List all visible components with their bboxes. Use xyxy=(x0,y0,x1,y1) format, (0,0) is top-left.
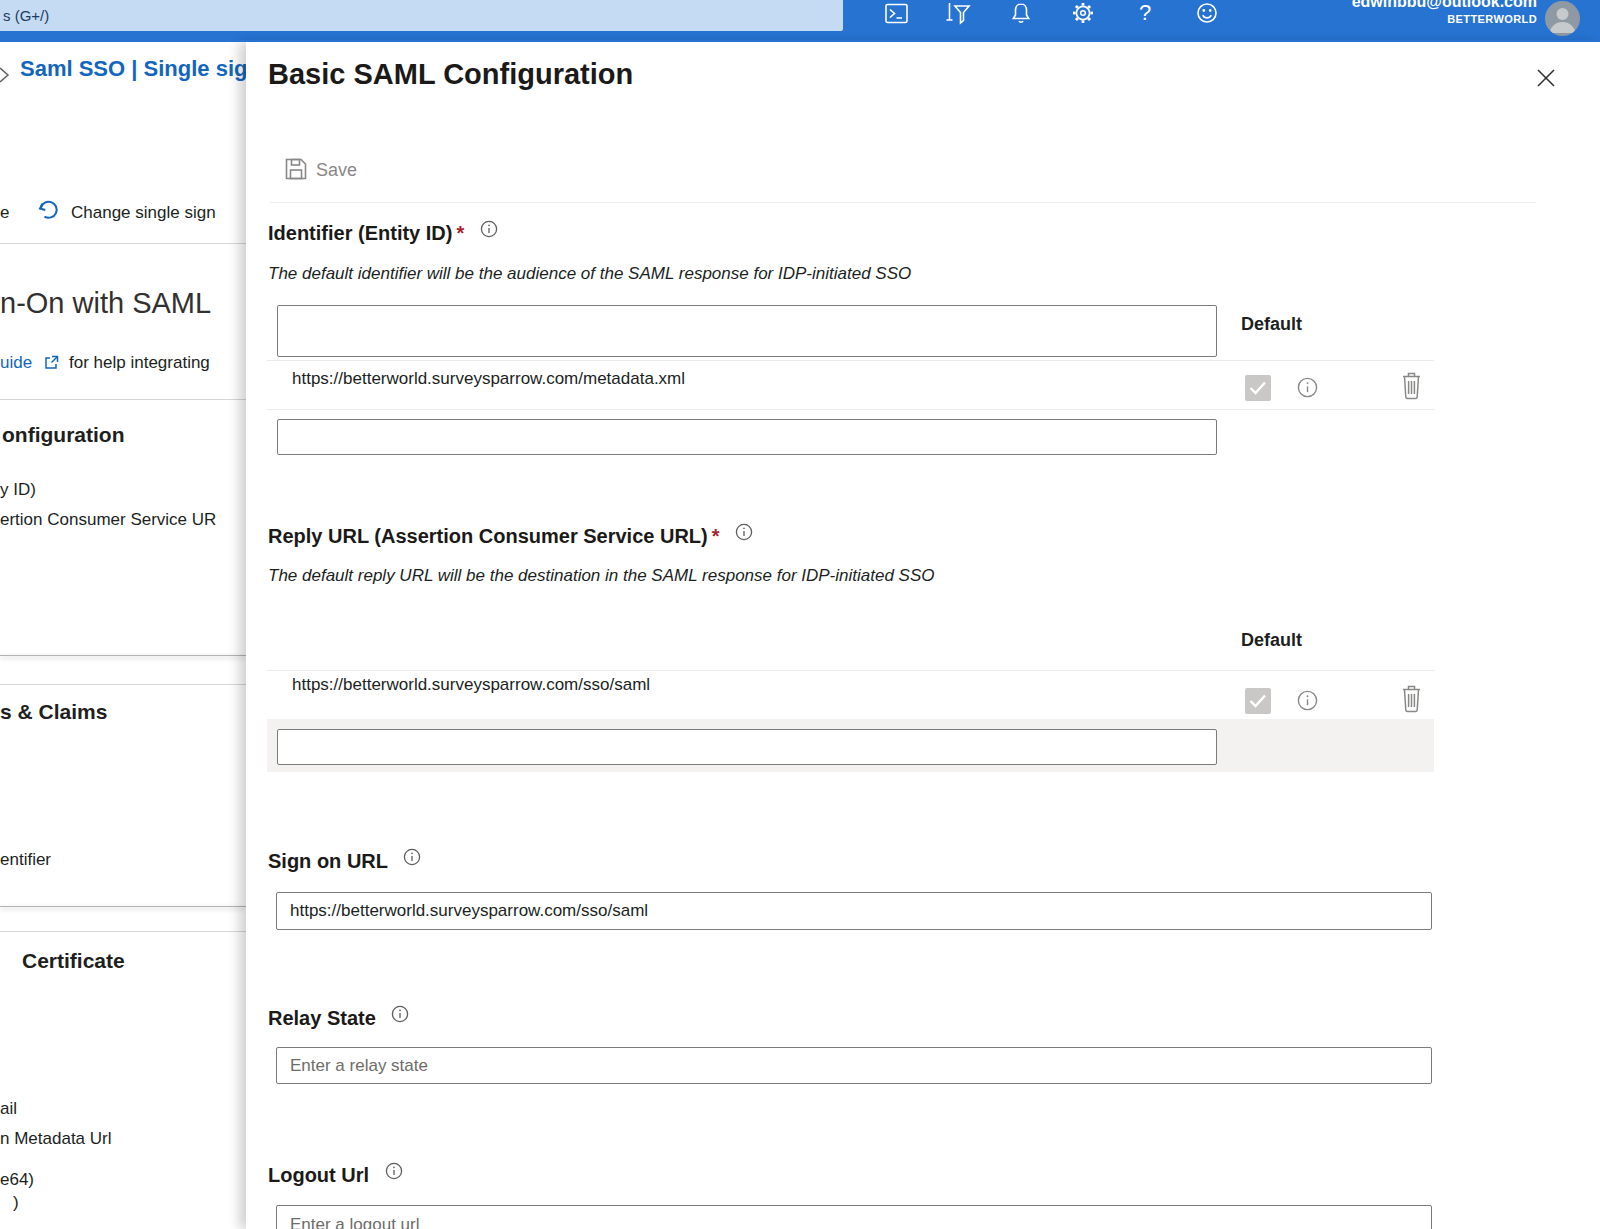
external-link-icon xyxy=(44,355,59,374)
screen: s (G+/) xyxy=(0,0,1600,1229)
background-page: Saml SSO | Single sign- e Change single … xyxy=(0,42,246,1229)
identifier-description: The default identifier will be the audie… xyxy=(268,264,911,284)
relay-state-input[interactable] xyxy=(276,1047,1432,1084)
search-placeholder-fragment: s (G+/) xyxy=(0,7,49,24)
claims-heading-fragment: s & Claims xyxy=(0,700,107,724)
raw-fragment: ) xyxy=(13,1193,19,1213)
certificate-heading-fragment: Certificate xyxy=(22,949,125,973)
breadcrumb-chevron-icon xyxy=(0,66,10,88)
change-sso-fragment[interactable]: Change single sign xyxy=(71,203,216,223)
account-email: edwinbbu@outlook.com xyxy=(1352,0,1537,11)
undo-icon xyxy=(36,198,60,226)
identifier-row-delete-icon[interactable] xyxy=(1401,372,1422,404)
avatar[interactable] xyxy=(1545,1,1580,36)
reply-default-label: Default xyxy=(1241,630,1302,651)
card-edge xyxy=(0,931,246,932)
close-icon[interactable] xyxy=(1534,66,1560,92)
sign-on-heading: Sign on URL xyxy=(268,848,421,873)
guide-text-fragment: for help integrating xyxy=(69,353,210,373)
info-icon[interactable] xyxy=(403,848,421,870)
notifications-icon[interactable] xyxy=(1001,0,1041,26)
identifier-extra-input[interactable] xyxy=(277,419,1217,455)
directory-filter-icon[interactable] xyxy=(938,0,978,26)
card-edge xyxy=(0,906,246,907)
top-bar: s (G+/) xyxy=(0,0,1600,40)
divider xyxy=(0,399,246,400)
sign-on-url-input[interactable] xyxy=(276,892,1432,930)
account-tenant: BETTERWORLD xyxy=(1352,13,1537,26)
logout-url-heading: Logout Url xyxy=(268,1162,403,1187)
info-icon[interactable] xyxy=(735,523,753,545)
save-button[interactable]: Save xyxy=(316,160,357,181)
relay-state-heading: Relay State xyxy=(268,1005,409,1030)
identifier-new-input[interactable] xyxy=(277,305,1217,357)
email-row-fragment: ail xyxy=(0,1099,17,1119)
info-icon[interactable] xyxy=(391,1005,409,1027)
identifier-section-heading: Identifier (Entity ID)* xyxy=(268,220,498,245)
header-underline xyxy=(0,40,1600,42)
reply-default-checkbox[interactable] xyxy=(1245,688,1271,714)
identifier-default-checkbox[interactable] xyxy=(1245,375,1271,401)
info-icon[interactable] xyxy=(480,220,498,242)
identifier-row-url: https://betterworld.surveysparrow.com/me… xyxy=(292,369,685,389)
divider xyxy=(267,409,1434,410)
settings-icon[interactable] xyxy=(1063,0,1103,26)
divider xyxy=(267,670,1434,671)
divider xyxy=(0,243,246,244)
base64-fragment: e64) xyxy=(0,1170,34,1190)
card-edge xyxy=(0,684,246,685)
reply-row-url: https://betterworld.surveysparrow.com/ss… xyxy=(292,675,650,695)
divider xyxy=(270,202,1536,203)
blade-title-fragment[interactable]: Saml SSO | Single sign- xyxy=(20,56,268,82)
help-icon[interactable]: ? xyxy=(1125,0,1165,26)
entity-id-fragment: y ID) xyxy=(0,480,36,500)
cloud-shell-icon[interactable] xyxy=(876,0,916,26)
identifier-default-label: Default xyxy=(1241,314,1302,335)
saml-heading-fragment: n-On with SAML xyxy=(0,287,211,320)
account-info[interactable]: edwinbbu@outlook.com BETTERWORLD xyxy=(1352,0,1537,26)
card-edge xyxy=(0,655,246,656)
info-icon[interactable] xyxy=(385,1162,403,1184)
save-icon xyxy=(285,158,307,184)
logout-url-input[interactable] xyxy=(276,1205,1432,1229)
basic-saml-configuration-panel: Basic SAML Configuration Save Identifier… xyxy=(246,42,1600,1229)
card1-heading-fragment: onfiguration xyxy=(2,423,124,447)
panel-title: Basic SAML Configuration xyxy=(268,58,633,91)
reply-row-delete-icon[interactable] xyxy=(1401,685,1422,717)
reply-section-heading: Reply URL (Assertion Consumer Service UR… xyxy=(268,523,753,548)
metadata-url-fragment: n Metadata Url xyxy=(0,1129,112,1149)
guide-link-fragment[interactable]: uide xyxy=(0,353,32,373)
reply-description: The default reply URL will be the destin… xyxy=(268,566,935,586)
identifier-row-info-icon[interactable] xyxy=(1297,377,1318,402)
search-input[interactable]: s (G+/) xyxy=(0,0,843,31)
reply-new-input[interactable] xyxy=(277,729,1217,765)
feedback-icon[interactable] xyxy=(1187,0,1227,26)
identifier-fragment: entifier xyxy=(0,850,51,870)
acs-fragment: ertion Consumer Service UR xyxy=(0,510,216,530)
divider xyxy=(267,360,1434,361)
reply-row-info-icon[interactable] xyxy=(1297,690,1318,715)
toolbar-left-fragment: e xyxy=(0,203,9,223)
